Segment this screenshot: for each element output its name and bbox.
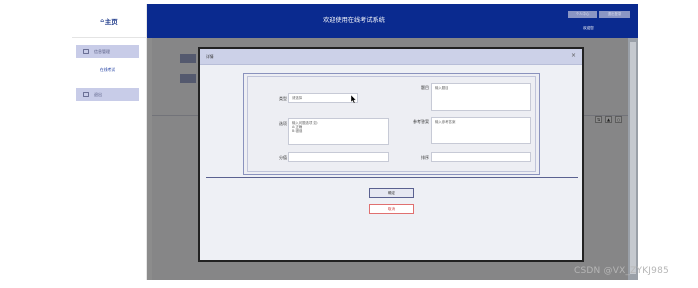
score-label: 分值 [279, 155, 287, 160]
sidebar-item-label: 信息管理 [94, 48, 110, 54]
question-label: 题目 [421, 85, 429, 90]
form-inner: 类型 请选择 ⌄ 题目 输入题目 选项 输入问题选项 如: A:正确 B:错误 … [247, 76, 536, 172]
answer-input[interactable]: 输入参考答案 [431, 117, 531, 144]
personal-center-button[interactable]: 个人中心 [568, 11, 597, 18]
confirm-button[interactable]: 确定 [369, 188, 414, 198]
detail-dialog: 详情 × 类型 请选择 ⌄ 题目 输入题目 选项 输入问题选项 如: A:正确 … [198, 47, 584, 262]
cancel-button[interactable]: 取消 [369, 204, 414, 214]
score-input[interactable] [288, 152, 389, 162]
scrollbar-thumb[interactable] [630, 42, 636, 274]
sidebar-item-info-management[interactable]: 信息管理 [76, 45, 139, 58]
page: ⌂ 主页 信息管理 在线考试 退出 欢迎使用在线考试系统 个人中心 退出登录 欢… [0, 0, 698, 288]
answer-label: 参考答案 [413, 119, 429, 124]
type-select[interactable]: 请选择 ⌄ [288, 93, 358, 103]
dialog-title: 详情 [206, 54, 214, 59]
watermark: CSDN @VX_ZYKJ985 [574, 266, 669, 276]
type-label: 类型 [279, 96, 287, 101]
home-link[interactable]: ⌂ 主页 [72, 4, 146, 38]
question-input[interactable]: 输入题目 [431, 83, 531, 111]
options-input[interactable]: 输入问题选项 如: A:正确 B:错误 [288, 118, 389, 145]
header-title: 欢迎使用在线考试系统 [323, 17, 385, 24]
type-select-value: 请选择 [292, 96, 303, 100]
logout-icon [83, 92, 89, 97]
scrollbar[interactable] [628, 38, 638, 280]
folder-icon [83, 49, 89, 54]
sidebar-item-label: 退出 [94, 91, 102, 97]
close-icon[interactable]: × [571, 52, 576, 59]
sidebar: ⌂ 主页 信息管理 在线考试 退出 [72, 4, 147, 280]
question-form: 类型 请选择 ⌄ 题目 输入题目 选项 输入问题选项 如: A:正确 B:错误 … [243, 73, 540, 175]
options-label: 选项 [279, 121, 287, 126]
sidebar-item-logout[interactable]: 退出 [76, 88, 139, 101]
sort-label: 排序 [421, 155, 429, 160]
dialog-divider [206, 177, 578, 178]
sort-input[interactable] [431, 152, 531, 162]
home-icon: ⌂ [100, 17, 104, 24]
welcome-user: 欢迎您 [583, 26, 594, 30]
sidebar-subitem-online-exam[interactable]: 在线考试 [76, 65, 139, 74]
header: 欢迎使用在线考试系统 个人中心 退出登录 欢迎您 [147, 4, 638, 38]
dialog-header: 详情 × [200, 49, 582, 65]
home-label: 主页 [104, 17, 118, 26]
logout-button[interactable]: 退出登录 [599, 11, 630, 18]
